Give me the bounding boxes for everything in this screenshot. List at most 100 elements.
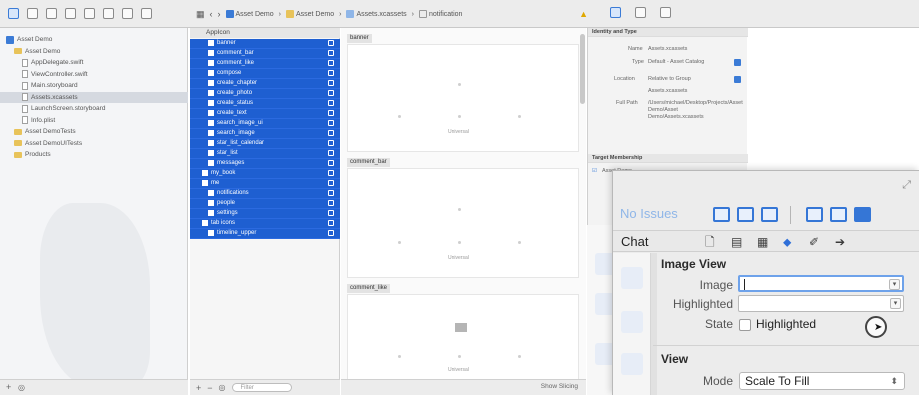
content-mode-select[interactable]: Scale To Fill ⬍ bbox=[739, 372, 905, 390]
size-inspector-tab-icon[interactable]: ✐ bbox=[809, 235, 819, 249]
navigator-item[interactable]: Asset DemoUITests bbox=[0, 138, 188, 149]
panel-splitter[interactable] bbox=[651, 253, 657, 395]
outline-row[interactable]: my_book bbox=[190, 169, 340, 179]
forward-arrow-icon[interactable]: › bbox=[218, 9, 221, 19]
identity-inspector-tab-icon[interactable]: ▦ bbox=[757, 235, 768, 249]
image-dropdown-arrow-icon[interactable]: ▾ bbox=[889, 279, 900, 290]
scene-body[interactable]: Universal bbox=[347, 294, 579, 386]
outline-row[interactable]: create_photo bbox=[190, 89, 340, 99]
scene-body[interactable]: Universal bbox=[347, 44, 579, 152]
highlighted-state-checkbox[interactable] bbox=[739, 319, 751, 331]
outline-row[interactable]: notifications bbox=[190, 189, 340, 199]
image-label: Image bbox=[699, 278, 733, 292]
connections-inspector-tab-icon[interactable]: ➔ bbox=[835, 235, 845, 249]
outline-row-label: timeline_upper bbox=[217, 230, 257, 237]
debug-area-toggle-icon[interactable] bbox=[830, 207, 847, 222]
outline-filter-bar: + − ◎ Filter bbox=[190, 379, 340, 395]
grid-icon[interactable]: ▦ bbox=[196, 9, 205, 20]
outline-row[interactable]: star_list_calendar bbox=[190, 139, 340, 149]
canvas-scrollbar[interactable] bbox=[580, 34, 585, 104]
outline-row[interactable]: me bbox=[190, 179, 340, 189]
navigator-item[interactable]: LaunchScreen.storyboard bbox=[0, 103, 188, 114]
back-arrow-icon[interactable]: ‹ bbox=[210, 9, 213, 19]
outline-row[interactable]: star_list bbox=[190, 149, 340, 159]
outline-filter-input[interactable]: Filter bbox=[231, 383, 292, 392]
name-value[interactable]: Assets.xcassets bbox=[648, 46, 687, 52]
filter-icon[interactable]: ◎ bbox=[219, 383, 226, 392]
image-set-icon bbox=[208, 80, 214, 87]
add-icon[interactable]: + bbox=[6, 382, 11, 392]
outline-row[interactable]: messages bbox=[190, 159, 340, 169]
remove-icon[interactable]: − bbox=[207, 383, 212, 393]
breadcrumb-group[interactable]: Asset Demo bbox=[285, 10, 334, 18]
warning-icon[interactable]: ▲ bbox=[579, 9, 588, 19]
outline-row[interactable]: create_status bbox=[190, 99, 340, 109]
file-inspector-icon[interactable] bbox=[610, 7, 621, 18]
location-value[interactable]: Relative to Group bbox=[648, 76, 691, 82]
outline-row[interactable]: create_chapter bbox=[190, 79, 340, 89]
navigator-item[interactable]: Asset Demo bbox=[0, 46, 188, 57]
asset-scene[interactable]: banner Universal bbox=[347, 34, 579, 152]
library-item-icon[interactable] bbox=[621, 353, 643, 375]
type-picker-icon[interactable] bbox=[734, 59, 741, 66]
utilities-toggle-icon[interactable] bbox=[854, 207, 871, 222]
navigator-toggle-icon[interactable] bbox=[806, 207, 823, 222]
add-icon[interactable]: + bbox=[196, 383, 201, 393]
navigator-item[interactable]: Asset DemoTests bbox=[0, 126, 188, 137]
outline-row[interactable]: comment_like bbox=[190, 59, 340, 69]
breadcrumb-catalog[interactable]: Assets.xcassets bbox=[346, 10, 407, 18]
navigator-item[interactable]: AppDelegate.swift bbox=[0, 57, 188, 68]
type-value[interactable]: Default - Asset Catalog bbox=[648, 59, 704, 65]
version-editor-icon[interactable] bbox=[761, 207, 778, 222]
find-navigator-icon[interactable] bbox=[65, 8, 76, 19]
quick-help-icon[interactable] bbox=[635, 7, 646, 18]
scene-label: comment_like bbox=[347, 284, 391, 293]
asset-canvas[interactable]: banner Universal comment_bar Universal comme… bbox=[341, 28, 586, 386]
asset-scene[interactable]: comment_bar Universal bbox=[347, 158, 579, 278]
show-slicing-button[interactable]: Show Slicing bbox=[541, 383, 578, 390]
library-item-icon[interactable] bbox=[621, 311, 643, 333]
image-combo-box[interactable]: ▾ bbox=[738, 275, 904, 292]
navigator-item[interactable]: Asset Demo bbox=[0, 34, 188, 45]
resize-corner-icon[interactable]: ⤢ bbox=[902, 179, 911, 192]
outline-row[interactable]: tab icons bbox=[190, 219, 340, 229]
outline-row[interactable]: banner bbox=[190, 39, 340, 49]
navigator-item[interactable]: Assets.xcassets bbox=[0, 91, 188, 103]
assistant-editor-icon[interactable] bbox=[737, 207, 754, 222]
attributes-icon[interactable] bbox=[660, 7, 671, 18]
location-picker-icon[interactable] bbox=[734, 76, 741, 83]
target-checkbox-icon[interactable]: ☑ bbox=[592, 168, 597, 174]
quick-help-tab-icon[interactable]: ▤ bbox=[731, 235, 742, 249]
breadcrumb-asset[interactable]: notification bbox=[418, 10, 462, 18]
filter-icon[interactable]: ◎ bbox=[18, 383, 25, 392]
scene-body[interactable]: Universal bbox=[347, 168, 579, 278]
file-inspector-tab-icon[interactable]: 🗋 bbox=[705, 235, 715, 249]
outline-header[interactable]: AppIcon bbox=[190, 28, 340, 38]
highlighted-combo-box[interactable]: ▾ bbox=[738, 295, 904, 312]
debug-navigator-icon[interactable] bbox=[122, 8, 133, 19]
outline-row[interactable]: compose bbox=[190, 69, 340, 79]
outline-row[interactable]: comment_bar bbox=[190, 49, 340, 59]
symbol-navigator-icon[interactable] bbox=[46, 8, 57, 19]
outline-row[interactable]: settings bbox=[190, 209, 340, 219]
project-navigator-icon[interactable] bbox=[8, 8, 19, 19]
issue-navigator-icon[interactable] bbox=[84, 8, 95, 19]
navigator-item[interactable]: Info.plist bbox=[0, 115, 188, 126]
standard-editor-icon[interactable] bbox=[713, 207, 730, 222]
outline-row[interactable]: search_image_ui bbox=[190, 119, 340, 129]
source-control-icon[interactable] bbox=[27, 8, 38, 19]
breadcrumb-project[interactable]: Asset Demo bbox=[225, 10, 274, 18]
outline-row[interactable]: timeline_upper bbox=[190, 229, 340, 239]
outline-row[interactable]: search_image bbox=[190, 129, 340, 139]
navigator-item[interactable]: ViewController.swift bbox=[0, 69, 188, 80]
navigator-item[interactable]: Main.storyboard bbox=[0, 80, 188, 91]
attributes-inspector-tab-icon[interactable]: ⬥ bbox=[783, 235, 791, 249]
highlighted-dropdown-arrow-icon[interactable]: ▾ bbox=[890, 298, 901, 309]
outline-row[interactable]: people bbox=[190, 199, 340, 209]
navigator-item[interactable]: Products bbox=[0, 149, 188, 160]
library-item-icon[interactable] bbox=[621, 267, 643, 289]
breakpoint-navigator-icon[interactable] bbox=[141, 8, 152, 19]
outline-row[interactable]: create_text bbox=[190, 109, 340, 119]
asset-scene[interactable]: comment_like Universal bbox=[347, 284, 579, 386]
test-navigator-icon[interactable] bbox=[103, 8, 114, 19]
